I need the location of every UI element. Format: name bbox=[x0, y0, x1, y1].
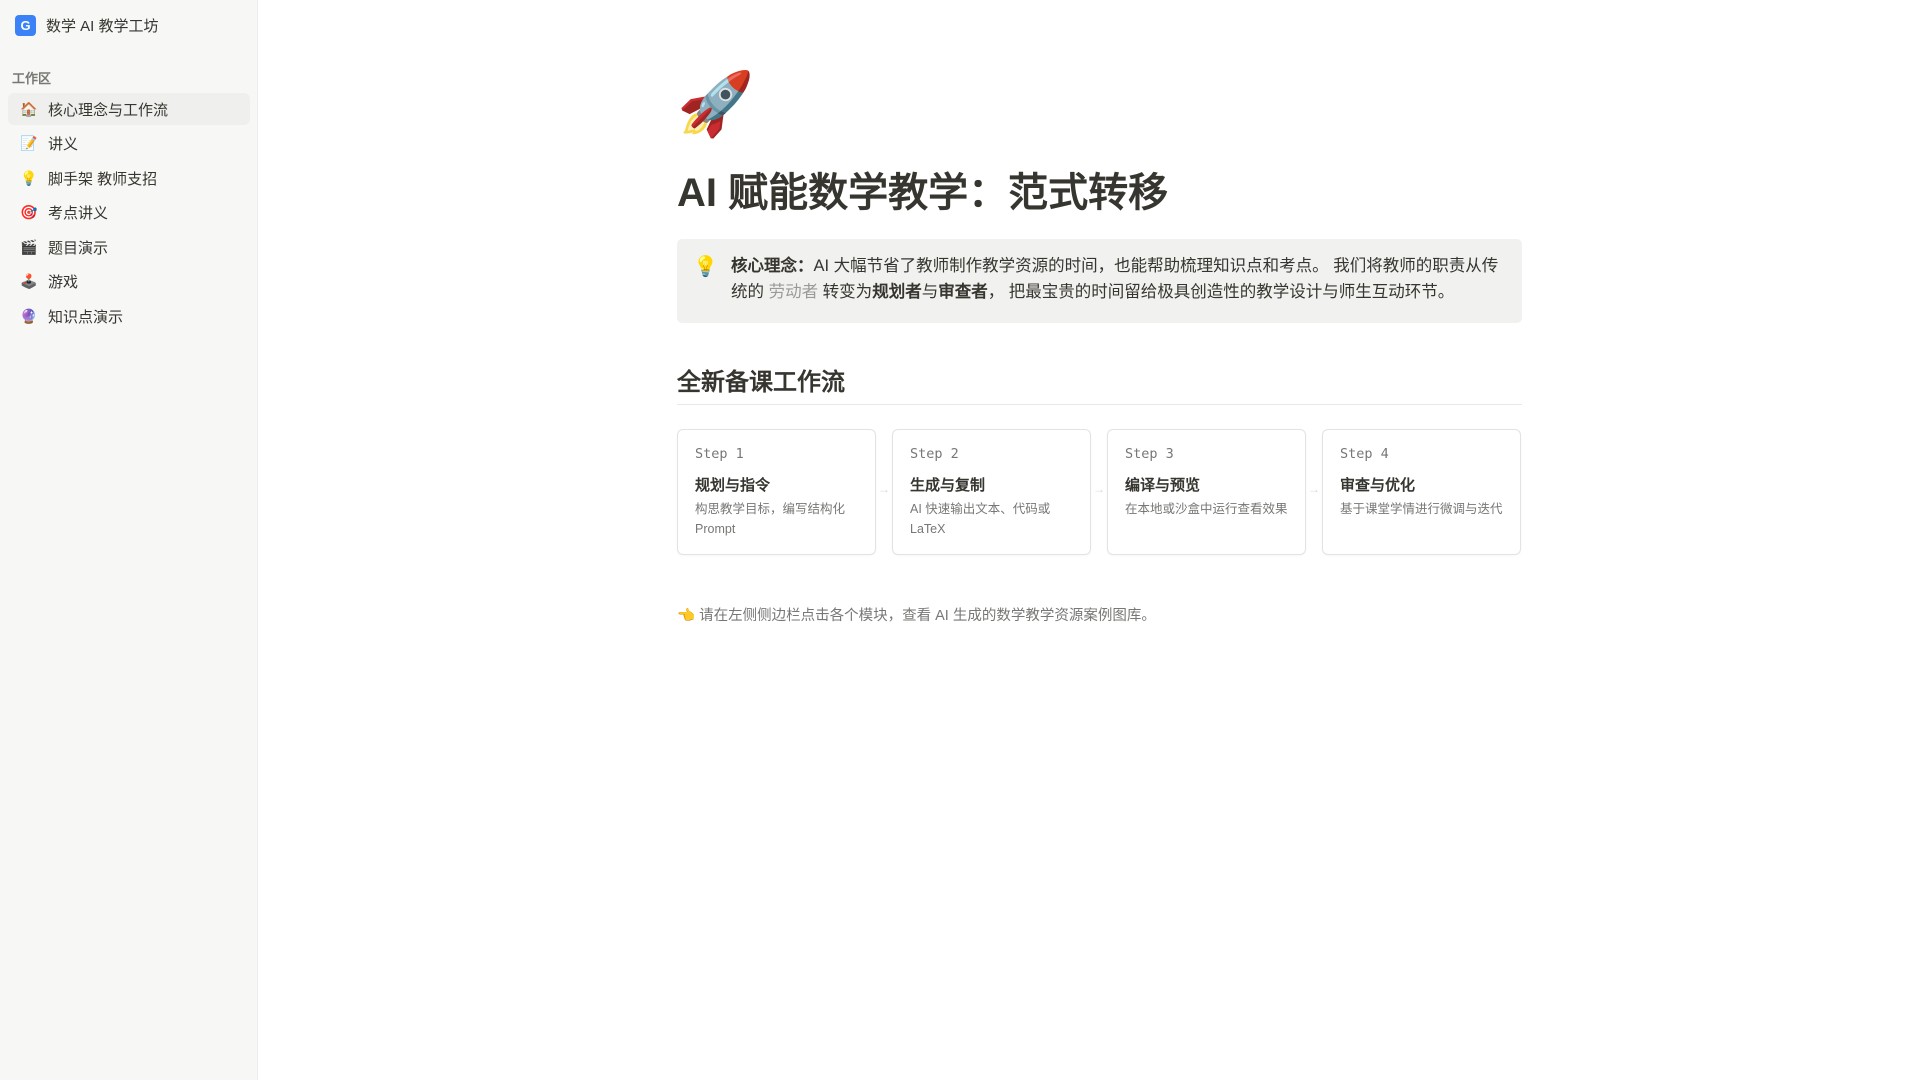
sidebar-item-label: 脚手架 教师支招 bbox=[48, 170, 158, 188]
footer-hint: 👈 请在左侧侧边栏点击各个模块，查看 AI 生成的数学教学资源案例图库。 bbox=[677, 604, 1156, 625]
sidebar-item-exam-points[interactable]: 🎯 考点讲义 bbox=[8, 197, 250, 229]
workspace-name: 数学 AI 教学工坊 bbox=[46, 18, 159, 35]
sidebar-item-knowledge-demo[interactable]: 🔮 知识点演示 bbox=[8, 300, 250, 332]
callout-bold-term: 审查者 bbox=[938, 283, 988, 301]
sidebar-item-problem-demo[interactable]: 🎬 题目演示 bbox=[8, 231, 250, 263]
callout-bold-term: 规划者 bbox=[872, 283, 922, 301]
step-description: 在本地或沙盒中运行查看效果 bbox=[1125, 502, 1288, 516]
callout-muted-term: 劳动者 bbox=[768, 283, 819, 301]
section-label: 工作区 bbox=[12, 71, 52, 86]
callout-text: 转变为 bbox=[818, 283, 873, 301]
step-number: Step 3 bbox=[1125, 446, 1174, 462]
lightbulb-icon: 💡 bbox=[20, 169, 38, 186]
arrow-right-icon: → bbox=[878, 482, 890, 496]
workspace-brand[interactable]: G 数学 AI 教学工坊 bbox=[15, 15, 159, 36]
pointing-hand-icon: 👈 bbox=[677, 608, 696, 624]
target-icon: 🎯 bbox=[20, 204, 38, 220]
sidebar: G 数学 AI 教学工坊 工作区 🏠 核心理念与工作流 📝 讲义 💡 脚手架 教… bbox=[0, 0, 258, 1080]
section-title: 全新备课工作流 bbox=[677, 369, 845, 396]
clapper-icon: 🎬 bbox=[20, 238, 38, 255]
step-card: Step 2 生成与复制 AI 快速输出文本、代码或 LaTeX → bbox=[892, 429, 1105, 555]
step-number: Step 4 bbox=[1340, 446, 1389, 462]
sidebar-item-label: 核心理念与工作流 bbox=[48, 101, 169, 119]
joystick-icon: 🕹️ bbox=[20, 273, 38, 289]
step-description: AI 快速输出文本、代码或 LaTeX bbox=[910, 502, 1051, 536]
sidebar-nav: 🏠 核心理念与工作流 📝 讲义 💡 脚手架 教师支招 🎯 考点讲义 🎬 题目演示… bbox=[8, 93, 250, 335]
sidebar-item-scaffold[interactable]: 💡 脚手架 教师支招 bbox=[8, 162, 250, 194]
rocket-icon: 🚀 bbox=[677, 70, 755, 139]
sidebar-item-games[interactable]: 🕹️ 游戏 bbox=[8, 266, 250, 298]
sidebar-item-label: 题目演示 bbox=[48, 239, 109, 257]
lightbulb-icon: 💡 bbox=[693, 256, 718, 278]
step-card: Step 1 规划与指令 构思教学目标，编写结构化 Prompt → bbox=[677, 429, 890, 555]
crystal-ball-icon: 🔮 bbox=[20, 307, 38, 324]
page-title: AI 赋能数学教学：范式转移 bbox=[677, 171, 1169, 215]
footer-hint-text: 请在左侧侧边栏点击各个模块，查看 AI 生成的数学教学资源案例图库。 bbox=[699, 608, 1156, 624]
step-title: 审查与优化 bbox=[1340, 477, 1416, 494]
core-concept-callout: 💡 核心理念：AI 大幅节省了教师制作教学资源的时间，也能帮助梳理知识点和考点。… bbox=[677, 239, 1522, 323]
step-card: Step 4 审查与优化 基于课堂学情进行微调与迭代 bbox=[1322, 429, 1521, 555]
divider bbox=[677, 404, 1522, 405]
workflow-steps: Step 1 规划与指令 构思教学目标，编写结构化 Prompt → Step … bbox=[677, 429, 1521, 555]
sidebar-item-label: 知识点演示 bbox=[48, 308, 124, 326]
sidebar-item-handout[interactable]: 📝 讲义 bbox=[8, 128, 250, 160]
arrow-right-icon: → bbox=[1093, 482, 1105, 496]
sidebar-item-label: 讲义 bbox=[48, 136, 79, 153]
sidebar-item-label: 考点讲义 bbox=[48, 205, 109, 222]
step-number: Step 1 bbox=[695, 446, 744, 462]
workspace-logo-icon: G bbox=[15, 15, 36, 36]
step-card: Step 3 编译与预览 在本地或沙盒中运行查看效果 → bbox=[1107, 429, 1320, 555]
step-number: Step 2 bbox=[910, 446, 959, 462]
callout-label: 核心理念： bbox=[731, 257, 814, 275]
step-title: 生成与复制 bbox=[910, 477, 986, 494]
sidebar-item-label: 游戏 bbox=[48, 274, 79, 291]
step-title: 编译与预览 bbox=[1125, 477, 1201, 494]
step-title: 规划与指令 bbox=[695, 477, 771, 494]
step-description: 基于课堂学情进行微调与迭代 bbox=[1340, 502, 1503, 516]
house-icon: 🏠 bbox=[20, 100, 38, 117]
sidebar-item-core[interactable]: 🏠 核心理念与工作流 bbox=[8, 93, 250, 125]
memo-icon: 📝 bbox=[20, 135, 38, 151]
step-description: 构思教学目标，编写结构化 Prompt bbox=[695, 502, 846, 536]
callout-text: ， 把最宝贵的时间留给极具创造性的教学设计与师生互动环节。 bbox=[987, 283, 1455, 301]
arrow-right-icon: → bbox=[1308, 482, 1320, 496]
callout-text: 与 bbox=[921, 283, 939, 301]
